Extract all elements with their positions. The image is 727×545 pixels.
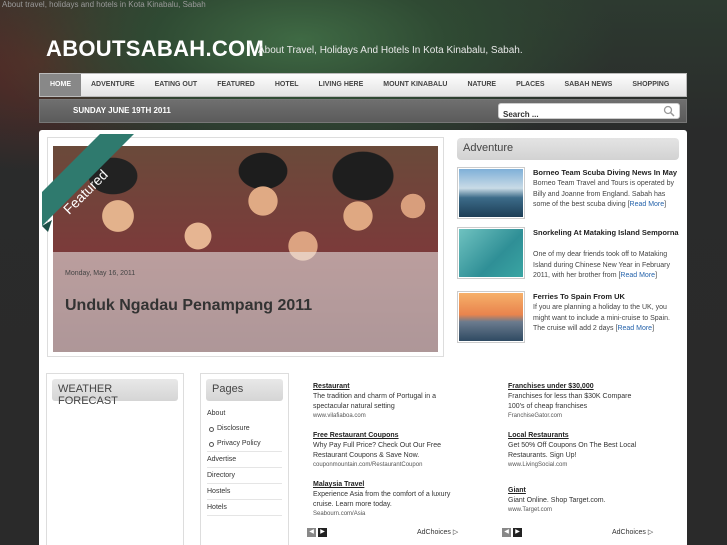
weather-heading: WEATHER FORECAST [52,379,178,407]
pages-widget: Pages About Disclosure Privacy Policy Ad… [200,373,289,545]
adchoices-link[interactable]: AdChoices ▷ [417,528,458,536]
ad-title[interactable]: Franchises under $30,000 [508,383,648,390]
page-link-disclosure[interactable]: Disclosure [207,421,282,436]
post-title[interactable]: Ferries To Spain From UK [533,291,683,302]
ad-pager: ◀ ▶ [307,528,327,537]
ad-body: Giant Online. Shop Target.com. [508,497,606,504]
main-content: Monday, May 16, 2011 Unduk Ngadau Penamp… [39,130,687,545]
ad-url[interactable]: www.Target.com [508,507,648,513]
nav-hotel[interactable]: HOTEL [265,74,309,96]
adchoices-icon: ▷ [647,529,654,536]
ad-body: Franchises for less than $30K Compare 10… [508,393,632,410]
featured-slider: Monday, May 16, 2011 Unduk Ngadau Penamp… [42,134,444,357]
site-logo[interactable]: ABOUTSABAH.COM [46,36,264,62]
featured-title[interactable]: Unduk Ngadau Penampang 2011 [65,297,312,315]
nav-mount-kinabalu[interactable]: MOUNT KINABALU [373,74,457,96]
adchoices-link[interactable]: AdChoices ▷ [612,528,653,536]
ad-unit[interactable]: Local Restaurants Get 50% Off Coupons On… [508,432,648,468]
nav-eating-out[interactable]: EATING OUT [145,74,208,96]
page-link-hotels[interactable]: Hotels [207,500,282,516]
ad-unit[interactable]: Restaurant The tradition and charm of Po… [313,383,453,419]
search-input[interactable] [499,107,649,122]
post-thumbnail[interactable] [457,167,525,219]
ad-prev-button[interactable]: ◀ [307,528,316,537]
date-bar: SUNDAY JUNE 19TH 2011 [39,99,687,123]
nav-places[interactable]: PLACES [506,74,554,96]
ad-url[interactable]: FranchiseGator.com [508,413,648,419]
ad-unit[interactable]: Giant Giant Online. Shop Target.com. www… [508,487,648,513]
ad-url[interactable]: www.vilafiaboa.com [313,413,453,419]
post-excerpt: One of my dear friends took off to Matak… [533,251,670,279]
ad-url[interactable]: couponmountain.com/RestaurantCoupon [313,462,453,468]
post-thumbnail[interactable] [457,291,525,343]
main-nav: HOME ADVENTURE EATING OUT FEATURED HOTEL… [39,73,687,97]
ad-title[interactable]: Local Restaurants [508,432,648,439]
window-title: About travel, holidays and hotels in Kot… [2,0,206,9]
featured-caption: Monday, May 16, 2011 Unduk Ngadau Penamp… [53,252,438,352]
nav-nature[interactable]: NATURE [457,74,506,96]
ad-title[interactable]: Restaurant [313,383,453,390]
search-box [498,103,680,122]
ad-unit[interactable]: Malaysia Travel Experience Asia from the… [313,481,453,517]
featured-ribbon: Featured [42,134,134,232]
site-tagline: About Travel, Holidays And Hotels In Kot… [258,45,523,56]
nav-adventure[interactable]: ADVENTURE [81,74,145,96]
nav-home[interactable]: HOME [40,74,81,96]
read-more-link[interactable]: Read More [630,201,665,208]
page-link-advertise[interactable]: Advertise [207,452,282,468]
ad-url[interactable]: Seabourn.com/Asia [313,511,453,517]
post-title[interactable]: Borneo Team Scuba Diving News In May [533,167,683,178]
adchoices-icon: ▷ [452,529,459,536]
ad-title[interactable]: Malaysia Travel [313,481,453,488]
page-link-privacy-policy[interactable]: Privacy Policy [207,436,282,452]
ad-unit[interactable]: Free Restaurant Coupons Why Pay Full Pri… [313,432,453,468]
ad-body: The tradition and charm of Portugal in a… [313,393,436,410]
current-date: SUNDAY JUNE 19TH 2011 [73,106,171,115]
pages-heading: Pages [206,379,283,401]
ad-next-button[interactable]: ▶ [513,528,522,537]
read-more-link[interactable]: Read More [620,272,655,279]
ad-url[interactable]: www.LivingSocial.com [508,462,648,468]
nav-shopping[interactable]: SHOPPING [622,74,679,96]
ad-next-button[interactable]: ▶ [318,528,327,537]
ad-unit[interactable]: Franchises under $30,000 Franchises for … [508,383,648,419]
ad-body: Get 50% Off Coupons On The Best Local Re… [508,442,637,459]
post-title[interactable]: Snorkeling At Mataking Island Semporna [533,227,683,238]
ad-title[interactable]: Giant [508,487,648,494]
nav-featured[interactable]: FEATURED [207,74,265,96]
adventure-heading: Adventure [457,138,679,160]
page-link-about[interactable]: About [207,406,282,421]
ad-prev-button[interactable]: ◀ [502,528,511,537]
ad-body: Experience Asia from the comfort of a lu… [313,491,451,508]
ad-pager: ◀ ▶ [502,528,522,537]
ad-body: Why Pay Full Price? Check Out Our Free R… [313,442,441,459]
page-link-directory[interactable]: Directory [207,468,282,484]
weather-widget: WEATHER FORECAST [46,373,184,545]
post-excerpt: Borneo Team Travel and Tours is operated… [533,180,674,208]
post-excerpt: If you are planning a holiday to the UK,… [533,304,670,332]
ad-title[interactable]: Free Restaurant Coupons [313,432,453,439]
page-link-hostels[interactable]: Hostels [207,484,282,500]
nav-living-here[interactable]: LIVING HERE [309,74,374,96]
read-more-link[interactable]: Read More [617,325,652,332]
featured-date: Monday, May 16, 2011 [65,270,136,277]
search-icon[interactable] [663,105,675,117]
post-thumbnail[interactable] [457,227,525,279]
nav-sabah-news[interactable]: SABAH NEWS [555,74,623,96]
